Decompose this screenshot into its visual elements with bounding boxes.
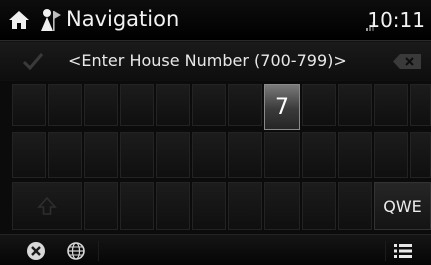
key[interactable] (192, 84, 226, 126)
key[interactable] (156, 84, 190, 126)
menu-icon[interactable] (394, 244, 412, 258)
key[interactable] (338, 182, 372, 230)
header-bar: Navigation 10:11 (0, 0, 431, 41)
house-number-input-row: <Enter House Number (700-799)> (0, 42, 431, 80)
keyboard: 7 QWE (0, 81, 431, 234)
checkmark-icon[interactable] (22, 51, 44, 71)
key[interactable] (264, 132, 300, 178)
key[interactable] (410, 132, 431, 178)
key[interactable] (374, 84, 408, 126)
qwe-layout-key[interactable]: QWE (374, 182, 431, 230)
key[interactable] (84, 182, 118, 230)
key[interactable] (264, 182, 300, 230)
key[interactable] (228, 132, 262, 178)
key[interactable] (12, 132, 46, 178)
key[interactable] (302, 84, 336, 126)
shift-key[interactable] (12, 182, 82, 230)
key[interactable] (12, 84, 46, 126)
globe-icon[interactable] (66, 241, 86, 261)
home-icon[interactable] (8, 9, 30, 31)
key[interactable] (84, 132, 118, 178)
bottom-bar (0, 234, 431, 265)
key[interactable] (48, 132, 82, 178)
key[interactable] (192, 182, 226, 230)
key[interactable] (156, 182, 190, 230)
key[interactable] (228, 84, 262, 126)
navigation-keypad-screen: Navigation 10:11 <Enter House Number (70… (0, 0, 431, 265)
key[interactable] (192, 132, 226, 178)
key[interactable] (338, 84, 372, 126)
key[interactable] (48, 84, 82, 126)
voice-icon[interactable] (26, 241, 46, 261)
key[interactable] (302, 182, 336, 230)
key-7[interactable]: 7 (264, 84, 300, 130)
key[interactable] (84, 84, 118, 126)
key[interactable] (120, 84, 154, 126)
clock: 10:11 (367, 8, 425, 32)
key[interactable] (338, 132, 372, 178)
key[interactable] (228, 182, 262, 230)
shift-icon (37, 196, 57, 215)
key[interactable] (156, 132, 190, 178)
house-number-field[interactable]: <Enter House Number (700-799)> (68, 50, 368, 72)
key[interactable] (302, 132, 336, 178)
navigation-icon (41, 9, 61, 31)
key[interactable] (120, 132, 154, 178)
page-title: Navigation (66, 7, 180, 31)
key[interactable] (120, 182, 154, 230)
key[interactable] (374, 132, 408, 178)
key[interactable] (410, 84, 431, 126)
backspace-icon[interactable] (393, 54, 421, 69)
bottom-divider (98, 241, 386, 261)
